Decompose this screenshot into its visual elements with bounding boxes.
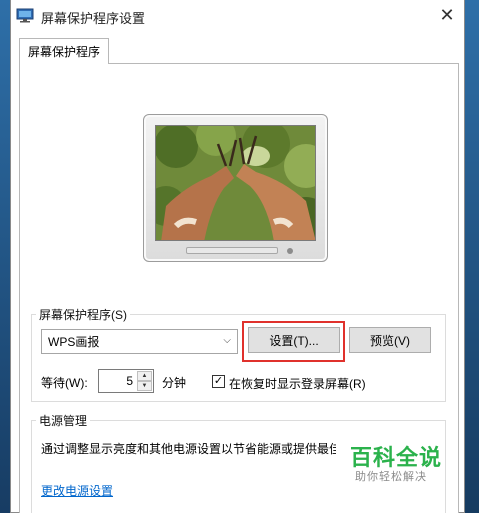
preview-image xyxy=(156,126,315,240)
resume-login-label[interactable]: 在恢复时显示登录屏幕(R) xyxy=(229,375,366,392)
tab-screensaver[interactable]: 屏幕保护程序 xyxy=(19,38,109,64)
title-bar: 屏幕保护程序设置 ✕ xyxy=(11,0,464,31)
close-button[interactable]: ✕ xyxy=(430,0,464,31)
resume-login-checkbox[interactable]: ✓ xyxy=(212,375,225,388)
monitor-power-led xyxy=(287,248,293,254)
window-title: 屏幕保护程序设置 xyxy=(41,11,146,26)
monitor-icon xyxy=(16,8,34,23)
preview-button[interactable]: 预览(V) xyxy=(349,327,431,353)
wait-unit-label: 分钟 xyxy=(162,376,187,390)
wait-minutes-value: 5 xyxy=(126,374,133,388)
wait-label: 等待(W): xyxy=(41,376,88,390)
desktop-background-right xyxy=(465,0,479,513)
desktop-background-left xyxy=(0,0,10,513)
wait-minutes-stepper[interactable]: 5 ▲ ▼ xyxy=(98,369,154,393)
watermark-subtitle: 助你轻松解决 xyxy=(355,471,427,483)
screensaver-select[interactable]: WPS画报 ⌵ xyxy=(41,329,238,354)
highlight-box xyxy=(242,321,345,362)
stepper-up-icon[interactable]: ▲ xyxy=(137,371,152,381)
screensaver-select-value: WPS画报 xyxy=(48,335,100,349)
screensaver-group-label: 屏幕保护程序(S) xyxy=(36,306,130,323)
power-description: 通过调整显示亮度和其他电源设置以节省能源或提供最佳 xyxy=(41,442,336,456)
monitor-preview xyxy=(143,114,328,262)
power-group-label: 电源管理 xyxy=(36,412,91,429)
change-power-settings-link[interactable]: 更改电源设置 xyxy=(41,482,113,499)
monitor-base-bar xyxy=(186,247,278,254)
stepper-down-icon[interactable]: ▼ xyxy=(137,381,152,391)
chevron-down-icon: ⌵ xyxy=(223,335,231,346)
preview-screen xyxy=(155,125,316,241)
